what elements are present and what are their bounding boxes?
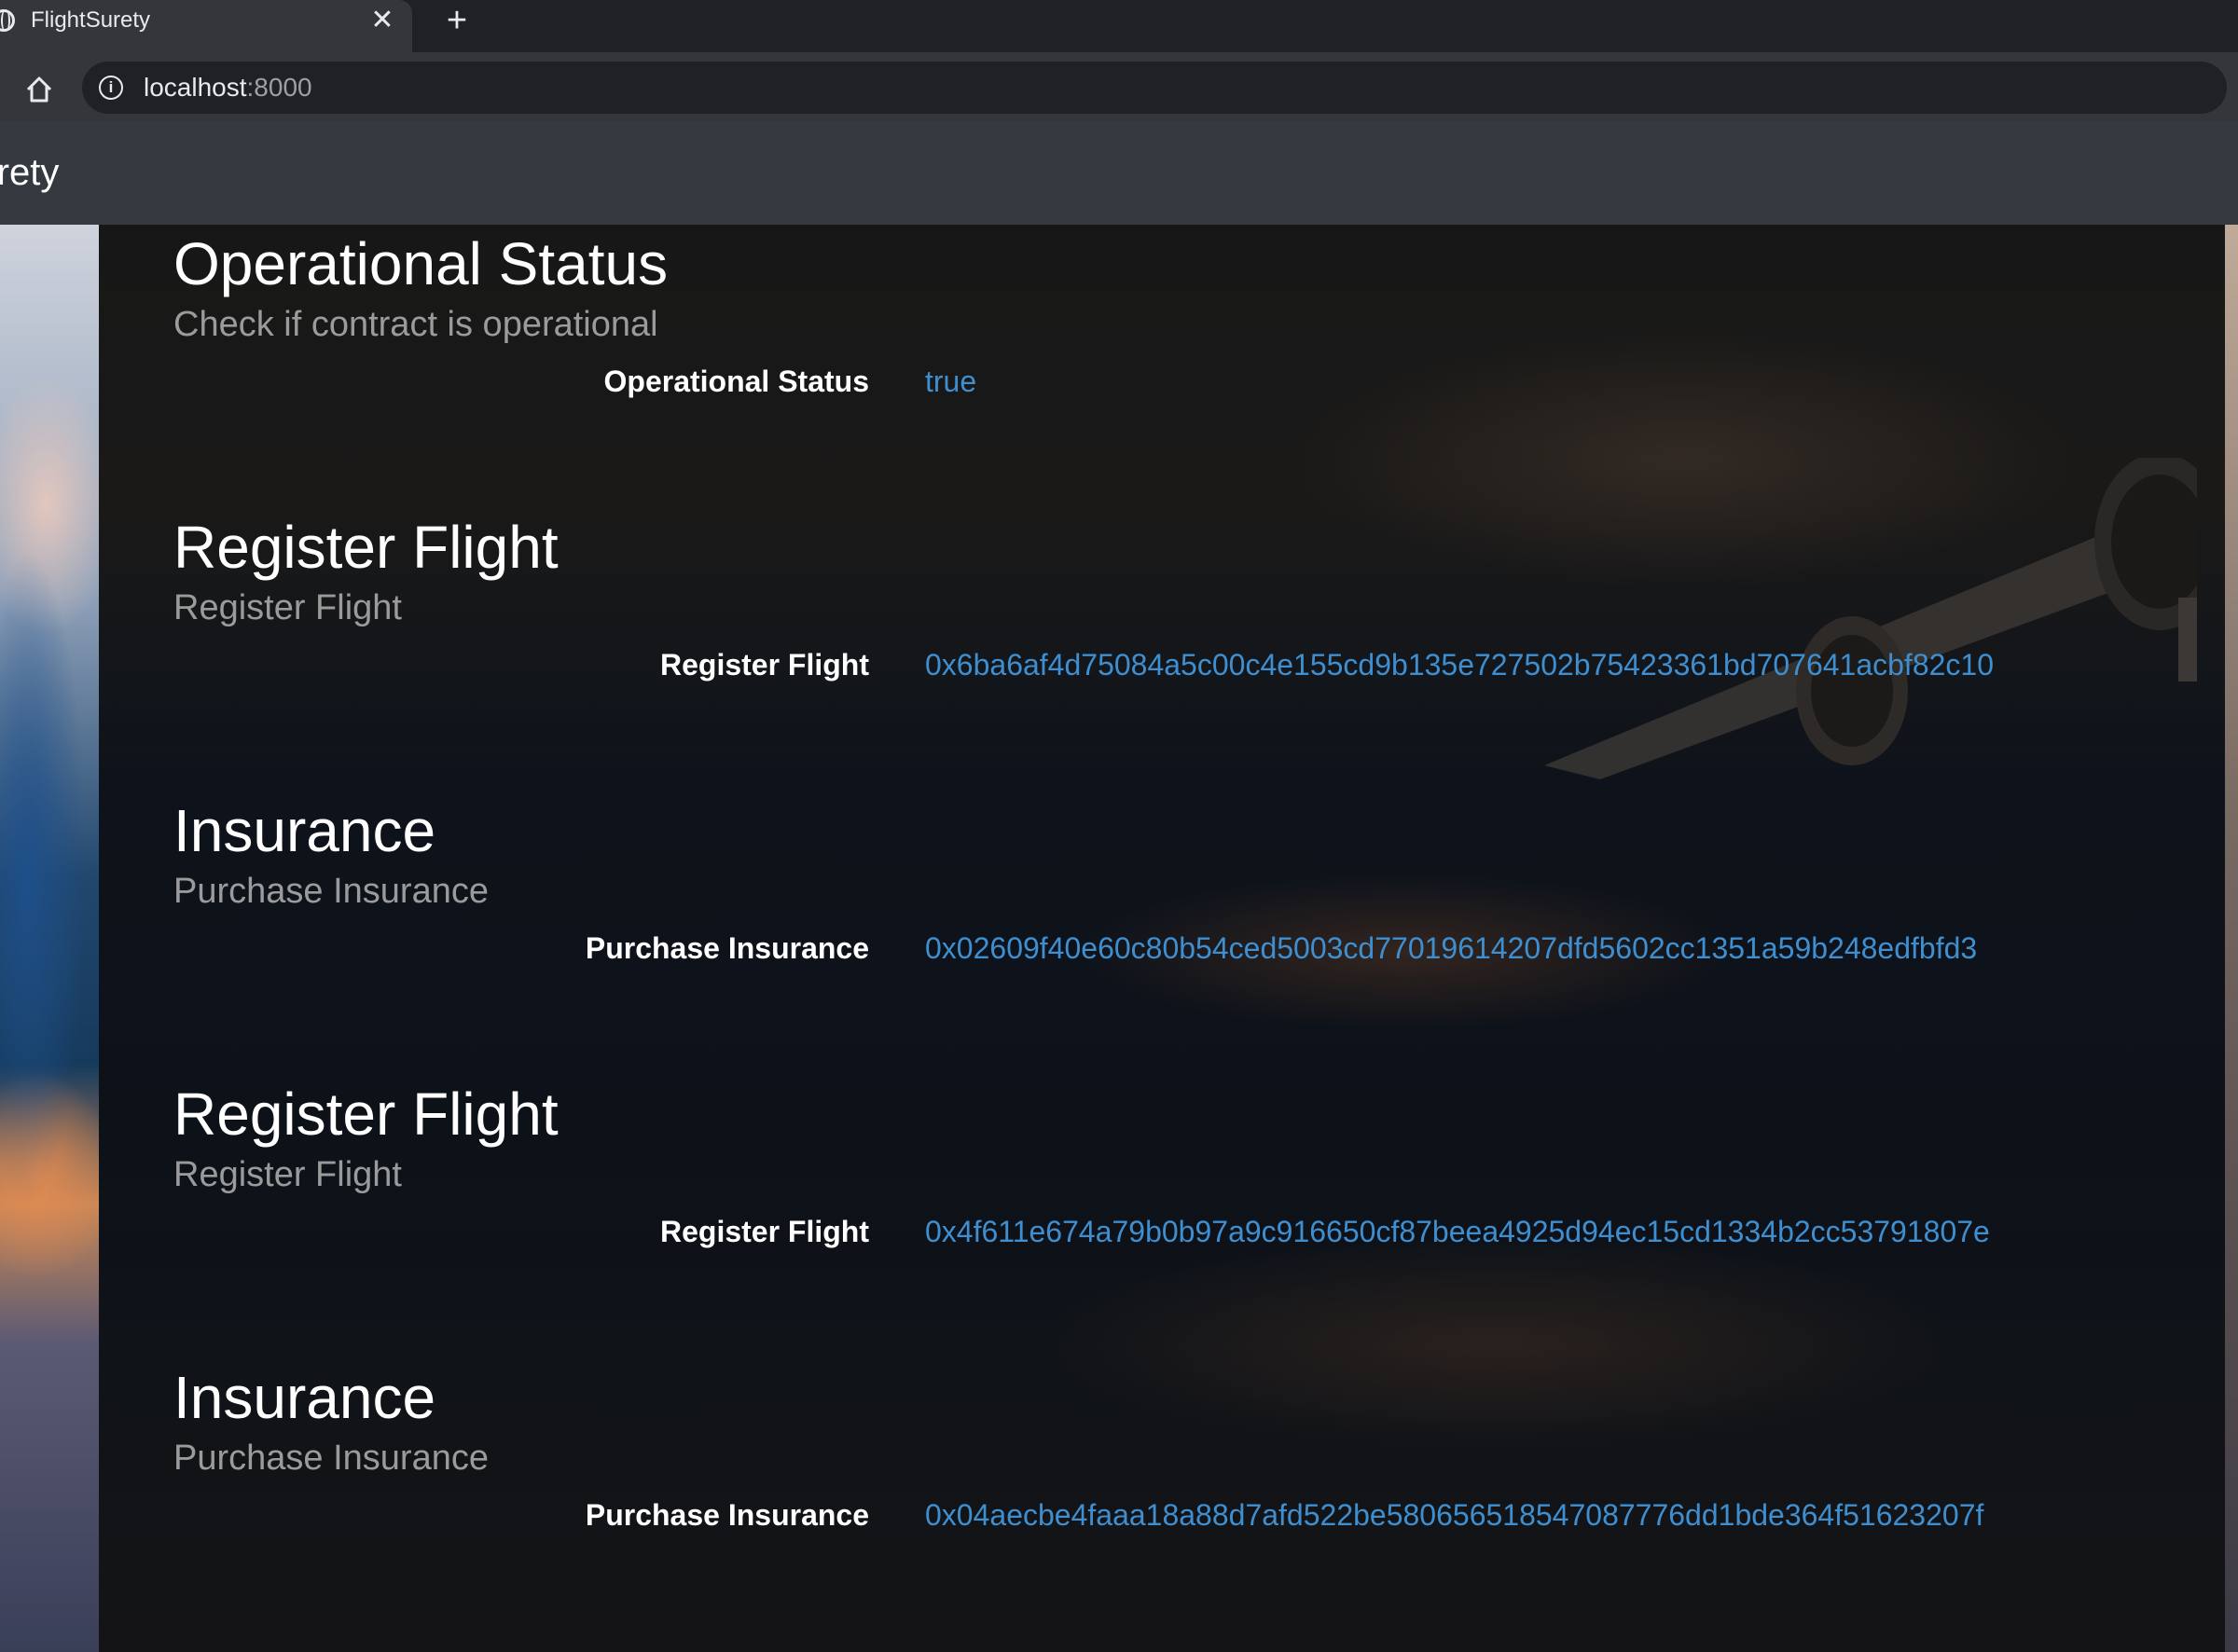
result-label: Purchase Insurance — [585, 1498, 869, 1532]
section-title: Register Flight — [173, 514, 559, 581]
section-subtitle: Register Flight — [173, 1155, 402, 1194]
airplane-image — [1544, 458, 2197, 779]
browser-tab[interactable]: FlightSurety ✕ — [0, 0, 412, 52]
globe-icon — [0, 9, 15, 32]
result-label: Register Flight — [659, 648, 869, 681]
browser-toolbar: i localhost:8000 ☆ — [0, 52, 2238, 121]
browser-tabstrip: FlightSurety ✕ + — [0, 0, 2238, 52]
section-title: Insurance — [173, 797, 436, 864]
background-edge — [2225, 225, 2238, 1652]
section-subtitle: Purchase Insurance — [173, 872, 489, 911]
result-value[interactable]: 0x04aecbe4faaa18a88d7afd522be58065651854… — [925, 1496, 1983, 1534]
url-text[interactable]: localhost:8000 — [144, 73, 312, 103]
info-icon[interactable]: i — [99, 76, 123, 100]
navbar: FlightSurety — [0, 121, 2238, 225]
result-label: Purchase Insurance — [585, 931, 869, 965]
url-port: :8000 — [246, 73, 312, 102]
result-value[interactable]: 0x6ba6af4d75084a5c00c4e155cd9b135e727502… — [925, 646, 1994, 683]
section-subtitle: Check if contract is operational — [173, 305, 658, 344]
result-value[interactable]: 0x4f611e674a79b0b97a9c916650cf87beea4925… — [925, 1213, 1990, 1250]
navbar-brand[interactable]: FlightSurety — [0, 149, 59, 196]
section-title: Insurance — [173, 1364, 436, 1431]
section-subtitle: Purchase Insurance — [173, 1439, 489, 1478]
tab-title: FlightSurety — [31, 7, 151, 33]
section-title: Register Flight — [173, 1081, 559, 1148]
section-title: Operational Status — [173, 230, 669, 297]
content-panel: Operational Status Check if contract is … — [99, 225, 2225, 1652]
address-bar[interactable]: i localhost:8000 ☆ — [82, 62, 2227, 114]
page-viewport: FlightSurety Operational Status Check if… — [0, 121, 2238, 1652]
plus-icon[interactable]: + — [438, 2, 476, 39]
result-value[interactable]: true — [925, 363, 976, 400]
url-host: localhost — [144, 73, 247, 102]
result-label: Register Flight — [659, 1215, 869, 1248]
home-icon[interactable] — [21, 71, 58, 108]
result-value[interactable]: 0x02609f40e60c80b54ced5003cd77019614207d… — [925, 929, 1977, 967]
result-label: Operational Status — [603, 365, 870, 398]
close-icon[interactable]: ✕ — [367, 6, 397, 35]
section-subtitle: Register Flight — [173, 588, 402, 627]
